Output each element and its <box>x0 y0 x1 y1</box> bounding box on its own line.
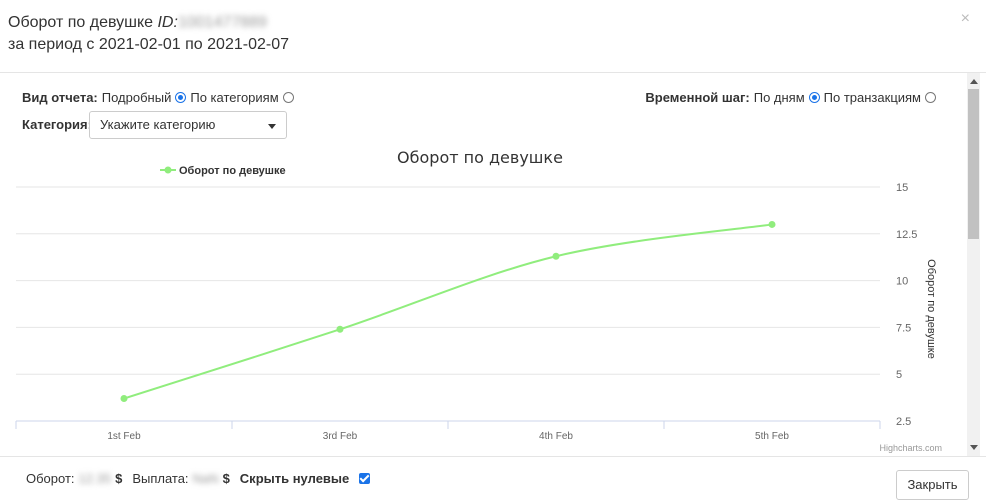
chart-title: Оборот по девушке <box>397 148 563 167</box>
turnover-value: 12.35 <box>78 471 112 486</box>
x-tick-label: 3rd Feb <box>323 431 358 442</box>
data-point[interactable] <box>120 395 128 403</box>
y-tick-label: 7.5 <box>896 322 911 334</box>
modal-title: Оборот по девушке ID:1001477889 <box>8 12 978 34</box>
legend-marker <box>164 166 172 174</box>
id-value: 1001477889 <box>177 14 267 31</box>
series-line <box>123 223 773 400</box>
y-axis-label: Оборот по девушке <box>925 259 937 359</box>
payout-currency: $ <box>222 471 230 486</box>
data-point[interactable] <box>552 252 560 260</box>
y-tick-label: 15 <box>896 182 908 194</box>
period-text: за период с 2021-02-01 по 2021-02-07 <box>8 36 289 53</box>
turnover-currency: $ <box>115 471 123 486</box>
y-tick-label: 2.5 <box>896 416 911 428</box>
modal-header: Оборот по девушке ID:1001477889 за перио… <box>0 0 986 73</box>
scroll-up-icon[interactable] <box>970 79 978 84</box>
y-tick-label: 5 <box>896 369 902 381</box>
turnover-chart: Оборот по девушке Оборот по девушке 2.5 5… <box>15 148 942 453</box>
chart-grid <box>16 186 880 422</box>
turnover-label: Оборот: <box>26 471 75 486</box>
scroll-down-icon[interactable] <box>970 445 978 450</box>
payout-label: Выплата: <box>132 471 189 486</box>
chart-legend[interactable]: Оборот по девушке <box>160 165 286 177</box>
hide-zero-label: Скрыть нулевые <box>239 471 350 486</box>
y-axis-ticks: 2.5 5 7.5 10 12.5 15 <box>896 182 917 428</box>
y-tick-label: 12.5 <box>896 229 917 241</box>
series-points <box>120 220 776 403</box>
close-icon[interactable]: × <box>961 10 970 28</box>
x-tick-label: 5th Feb <box>755 431 789 442</box>
payout-value: NaN <box>192 471 219 486</box>
x-axis: 1st Feb 3rd Feb 4th Feb 5th Feb <box>15 420 881 442</box>
legend-label: Оборот по девушке <box>179 165 286 177</box>
x-tick-label: 4th Feb <box>539 431 573 442</box>
footer-summary: Оборот: 12.35 $ Выплата: NaN $ Скрыть ну… <box>26 471 374 486</box>
id-label: ID: <box>157 14 178 31</box>
x-tick-label: 1st Feb <box>107 431 141 442</box>
scrollbar[interactable] <box>967 73 980 456</box>
hide-zero-checkbox[interactable] <box>359 473 371 484</box>
data-point[interactable] <box>768 220 776 228</box>
modal-footer: Оборот: 12.35 $ Выплата: NaN $ Скрыть ну… <box>0 456 986 500</box>
chart-credit[interactable]: Highcharts.com <box>879 443 942 453</box>
scroll-thumb[interactable] <box>968 89 979 239</box>
data-point[interactable] <box>336 325 344 333</box>
y-tick-label: 10 <box>896 276 908 288</box>
title-prefix: Оборот по девушке <box>8 14 154 31</box>
